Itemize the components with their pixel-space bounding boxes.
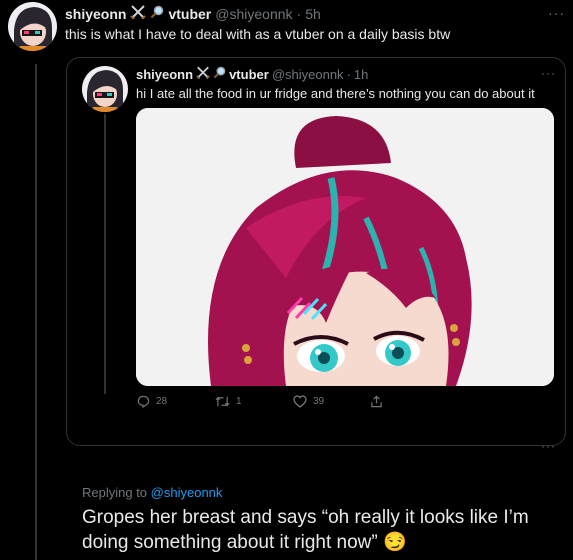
crossed-swords-icon	[130, 5, 147, 22]
quoted-tweet-text: hi I ate all the food in ur fridge and t…	[136, 86, 535, 101]
magnifier-icon	[150, 5, 164, 22]
quoted-thread-line	[104, 114, 106, 394]
thread-line	[35, 64, 37, 560]
quoted-display-name[interactable]: shiyeonn	[136, 67, 193, 82]
like-count: 39	[313, 396, 325, 407]
separator-dot: ·	[296, 5, 302, 22]
more-dots-icon[interactable]: ···	[548, 6, 565, 20]
replying-to-handle[interactable]: @shiyeonnk	[151, 485, 223, 500]
replying-to: Replying to @shiyeonnk	[82, 485, 222, 500]
retweet-icon	[215, 395, 230, 408]
retweet-action[interactable]: 1	[215, 395, 242, 408]
like-action[interactable]: 39	[293, 395, 324, 408]
separator-dot: ·	[346, 66, 351, 82]
more-dots-icon[interactable]: ···	[541, 440, 556, 452]
quoted-avatar[interactable]	[82, 66, 128, 112]
display-name-suffix[interactable]: vtuber	[168, 6, 211, 22]
timestamp[interactable]: 5h	[305, 6, 321, 22]
quoted-tweet-image[interactable]	[136, 108, 554, 386]
share-icon	[370, 395, 383, 408]
share-action[interactable]	[370, 395, 383, 408]
smirk-emoji: 😏	[383, 532, 407, 553]
avatar[interactable]	[8, 2, 57, 51]
crossed-swords-icon	[196, 66, 210, 82]
quoted-handle[interactable]: @shiyeonnk	[272, 67, 344, 82]
magnifier-icon	[213, 66, 226, 82]
like-icon	[293, 395, 307, 408]
reply-body: Gropes her breast and says “oh really it…	[82, 507, 529, 553]
reply-text: Gropes her breast and says “oh really it…	[82, 505, 562, 555]
quoted-timestamp[interactable]: 1h	[354, 67, 368, 82]
replying-to-label: Replying to	[82, 485, 148, 500]
retweet-count: 1	[236, 396, 242, 407]
tweet-text: this is what I have to deal with as a vt…	[65, 26, 451, 42]
reply-count: 28	[156, 396, 168, 407]
display-name[interactable]: shiyeonn	[65, 6, 126, 22]
reply-icon	[137, 395, 150, 408]
quoted-display-name-suffix[interactable]: vtuber	[229, 67, 269, 82]
handle[interactable]: @shiyeonnk	[215, 6, 292, 22]
reply-action[interactable]: 28	[137, 395, 167, 408]
more-dots-icon[interactable]: ···	[541, 67, 556, 79]
